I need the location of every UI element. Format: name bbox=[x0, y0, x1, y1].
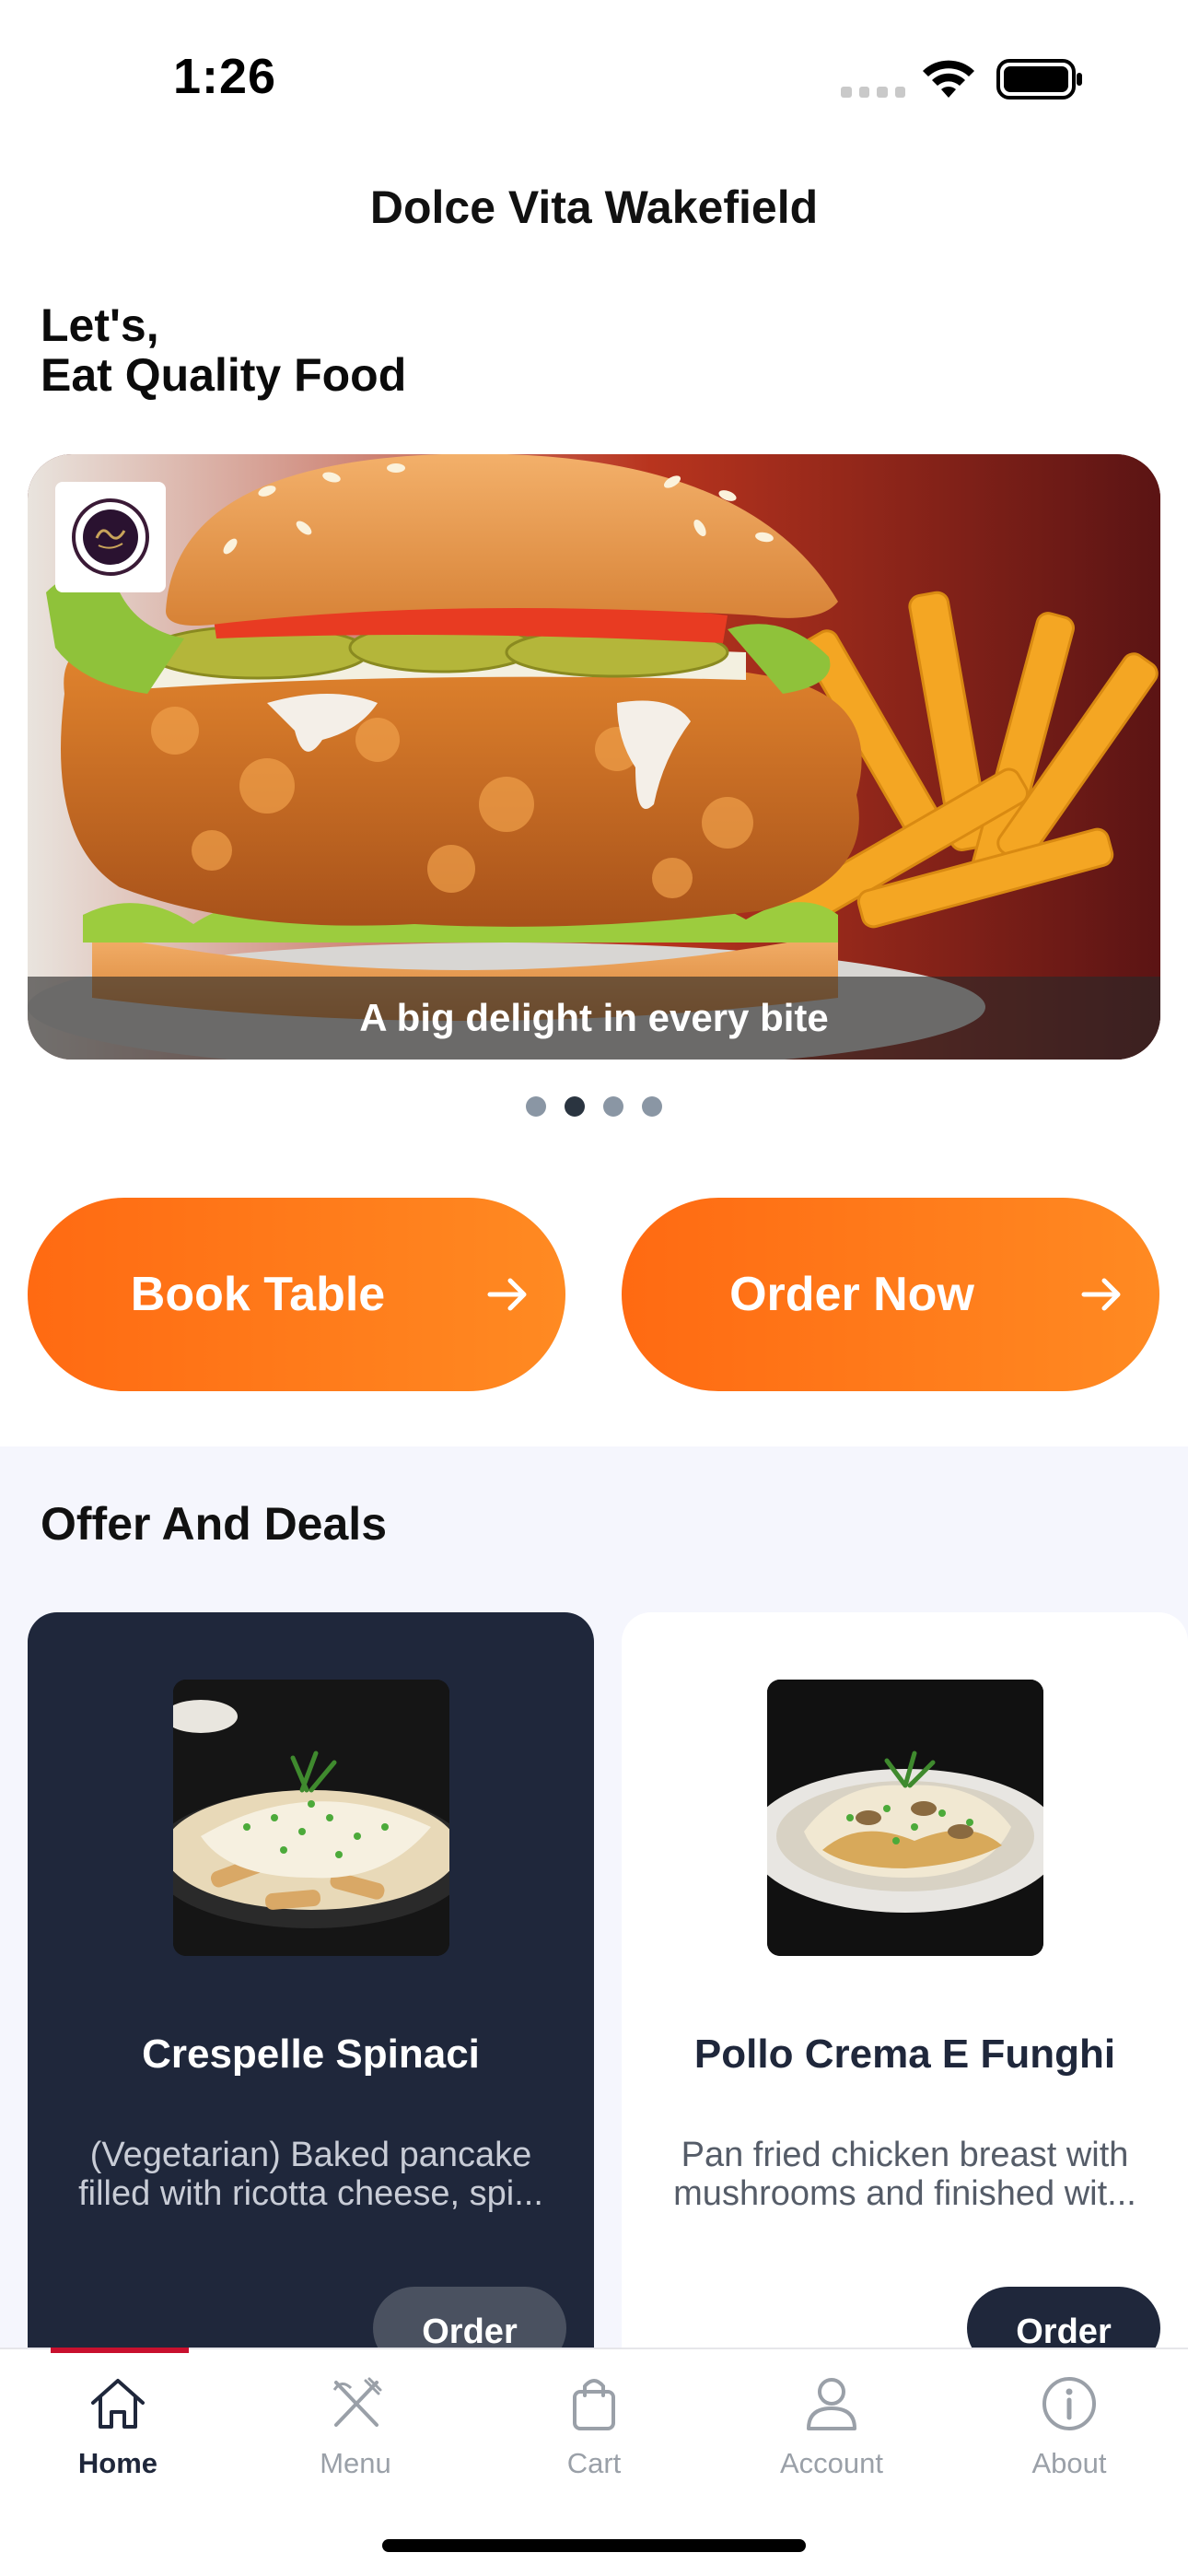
home-indicator[interactable] bbox=[382, 2539, 806, 2552]
wifi-icon bbox=[923, 60, 974, 98]
greeting-line-1: Let's, bbox=[41, 299, 159, 351]
carousel-pagination bbox=[0, 1096, 1188, 1117]
promo-carousel[interactable]: A big delight in every bite bbox=[28, 454, 1160, 1060]
fork-knife-icon bbox=[332, 2377, 382, 2427]
greeting-heading: Let's, Eat Quality Food bbox=[41, 300, 406, 400]
status-time: 1:26 bbox=[173, 49, 277, 104]
tab-label: Menu bbox=[320, 2447, 391, 2479]
tab-account[interactable]: Account bbox=[740, 2371, 924, 2500]
offer-image bbox=[173, 1680, 449, 1956]
shopping-bag-icon bbox=[573, 2379, 615, 2430]
order-now-label: Order Now bbox=[729, 1268, 974, 1321]
offer-card[interactable]: Crespelle Spinaci (Vegetarian) Baked pan… bbox=[28, 1612, 594, 2370]
carousel-caption: A big delight in every bite bbox=[359, 996, 829, 1039]
battery-icon bbox=[996, 59, 1082, 100]
active-tab-indicator bbox=[51, 2348, 189, 2353]
offer-card[interactable]: Pollo Crema E Funghi Pan fried chicken b… bbox=[622, 1612, 1188, 2370]
carousel-dot[interactable] bbox=[603, 1096, 623, 1117]
arrow-right-icon bbox=[1081, 1278, 1121, 1311]
tab-label: Home bbox=[77, 2447, 158, 2479]
offer-name: Crespelle Spinaci bbox=[142, 2032, 480, 2077]
page-title: Dolce Vita Wakefield bbox=[369, 181, 819, 233]
book-table-button[interactable]: Book Table bbox=[28, 1198, 565, 1391]
user-icon bbox=[807, 2378, 856, 2430]
pasta-dish-photo bbox=[173, 1680, 449, 1956]
book-table-label: Book Table bbox=[130, 1268, 386, 1321]
carousel-dot[interactable] bbox=[642, 1096, 662, 1117]
offer-description: (Vegetarian) Baked pancake filled with r… bbox=[78, 2136, 543, 2213]
offers-section: Offer And Deals Crespelle Spinaci (Veget… bbox=[0, 1446, 1188, 2370]
offers-title: Offer And Deals bbox=[41, 1498, 388, 1550]
offer-image bbox=[767, 1680, 1043, 1956]
tab-menu[interactable]: Menu bbox=[263, 2371, 448, 2500]
carousel-caption-bar: A big delight in every bite bbox=[28, 977, 1160, 1060]
restaurant-logo bbox=[55, 482, 166, 592]
tab-home[interactable]: Home bbox=[26, 2371, 210, 2500]
offer-description: Pan fried chicken breast with mushrooms … bbox=[673, 2136, 1136, 2213]
tab-label: About bbox=[1031, 2447, 1107, 2479]
home-icon bbox=[91, 2379, 145, 2429]
carousel-dot[interactable] bbox=[526, 1096, 546, 1117]
order-now-button[interactable]: Order Now bbox=[622, 1198, 1159, 1391]
tab-label: Account bbox=[779, 2447, 883, 2479]
info-icon bbox=[1042, 2377, 1096, 2430]
arrow-right-icon bbox=[487, 1278, 527, 1311]
status-bar: 1:26 bbox=[0, 0, 1188, 138]
chicken-dish-photo bbox=[767, 1680, 1043, 1956]
tab-label: Cart bbox=[566, 2447, 622, 2479]
greeting-line-2: Eat Quality Food bbox=[41, 349, 407, 401]
cellular-signal-icon bbox=[841, 87, 905, 100]
burger-photo bbox=[28, 454, 1160, 1060]
offer-name: Pollo Crema E Funghi bbox=[693, 2032, 1116, 2077]
tab-cart[interactable]: Cart bbox=[502, 2371, 686, 2500]
dolce-vita-logo-icon bbox=[72, 498, 149, 576]
tab-about[interactable]: About bbox=[977, 2371, 1161, 2500]
carousel-dot-active[interactable] bbox=[565, 1096, 585, 1117]
